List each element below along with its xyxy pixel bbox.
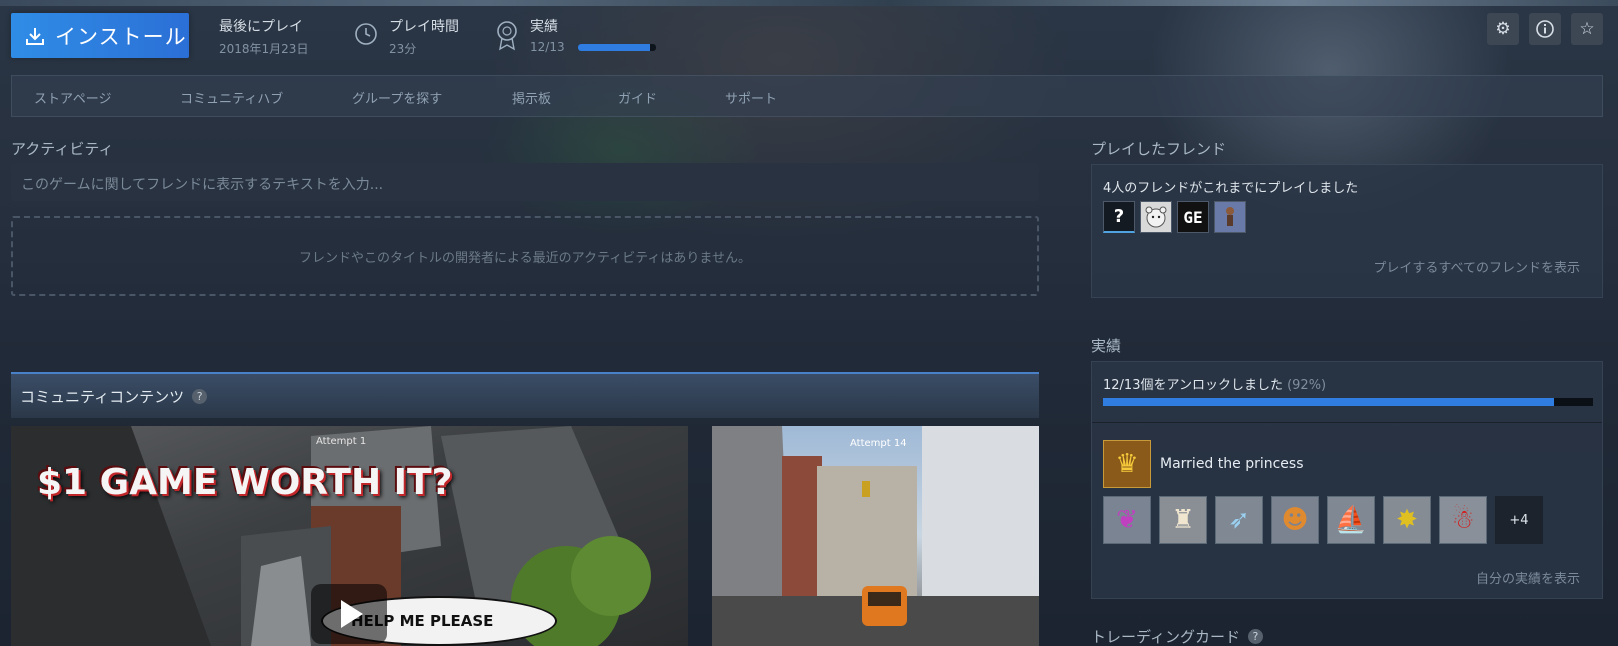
nav-store-page[interactable]: ストアページ (34, 88, 111, 107)
show-my-achievements-link[interactable]: 自分の実績を表示 (1476, 568, 1580, 587)
bear-avatar-icon (1145, 206, 1167, 228)
achievement-icon[interactable]: ❦ (1103, 496, 1151, 544)
video-headline: $1 GAME WORTH IT? (37, 462, 453, 503)
achievement-featured-icon[interactable]: ♛ (1103, 440, 1151, 488)
show-all-friends-link[interactable]: プレイするすべてのフレンドを表示 (1373, 257, 1580, 276)
star-icon: ☆ (1579, 19, 1595, 39)
divider (1092, 422, 1602, 423)
friend-avatar[interactable] (1140, 201, 1172, 233)
achievements-progress-bar (578, 44, 657, 51)
friend-avatar[interactable]: GE (1177, 201, 1209, 233)
community-content-header: コミュニティコンテンツ ? (11, 372, 1039, 418)
achievements-panel-progress-fill (1103, 398, 1554, 406)
settings-button[interactable]: ⚙ (1487, 13, 1519, 45)
sleigh-icon: ✸ (1396, 505, 1418, 535)
clock-icon (354, 22, 378, 50)
help-icon[interactable]: ? (192, 388, 208, 404)
shark-icon: ➶ (1228, 505, 1250, 535)
info-button[interactable] (1529, 13, 1561, 45)
community-title: コミュニティコンテンツ (20, 387, 185, 406)
achievement-icon[interactable]: ⛵ (1327, 496, 1375, 544)
activity-input[interactable]: このゲームに関してフレンドに表示するテキストを入力... (11, 163, 1039, 201)
activity-title: アクティビティ (11, 140, 114, 158)
community-video-thumbnail[interactable]: Attempt 1 $1 GAME WORTH IT? HELP ME PLEA… (11, 426, 688, 646)
achievements-progress-fill (578, 44, 651, 51)
achievement-icon[interactable]: ♜ (1159, 496, 1207, 544)
friends-title: プレイしたフレンド (1091, 140, 1227, 158)
friend-avatar-list: ? GE (1103, 201, 1246, 233)
friend-avatar[interactable]: ? (1103, 201, 1135, 233)
trading-cards-header: トレーディングカード ? (1091, 626, 1263, 646)
achievement-icon-list: ❦ ♜ ➶ ☻ ⛵ ✸ ☃ +4 (1103, 496, 1543, 544)
activity-empty-message: フレンドやこのタイトルの開発者による最近のアクティビティはありません。 (298, 250, 751, 266)
playtime-value: 23分 (389, 42, 417, 56)
nav-guides[interactable]: ガイド (618, 88, 657, 107)
trading-cards-title: トレーディングカード (1091, 628, 1240, 646)
playtime: プレイ時間 23分 (389, 16, 459, 57)
crown-icon: ♛ (1115, 449, 1139, 479)
favorite-button[interactable]: ☆ (1571, 13, 1603, 45)
nav-community-hub[interactable]: コミュニティハブ (180, 88, 283, 107)
activity-empty-state: フレンドやこのタイトルの開発者による最近のアクティビティはありません。 (11, 216, 1039, 296)
last-played: 最後にプレイ 2018年1月23日 (219, 16, 308, 57)
street-scene-art (712, 426, 1039, 646)
achievement-icon[interactable]: ☻ (1271, 496, 1319, 544)
sail-icon: ⛵ (1334, 505, 1368, 535)
santa-icon: ☃ (1451, 505, 1475, 535)
achievement-icon[interactable]: ➶ (1215, 496, 1263, 544)
last-played-value: 2018年1月23日 (219, 42, 309, 56)
achievement-featured-name: Married the princess (1160, 456, 1304, 472)
achievement-icon[interactable]: ☃ (1439, 496, 1487, 544)
last-played-label: 最後にプレイ (219, 19, 303, 35)
nav-discussions[interactable]: 掲示板 (512, 88, 551, 107)
video-caption: Attempt 1 (316, 436, 367, 447)
play-button[interactable] (311, 584, 387, 644)
award-ribbon-icon (494, 19, 520, 55)
play-icon (341, 600, 363, 628)
achievements-title: 実績 (1091, 337, 1122, 355)
gear-icon: ⚙ (1495, 19, 1511, 39)
help-icon[interactable]: ? (1247, 629, 1263, 644)
castle-icon: ♜ (1171, 505, 1195, 535)
friends-panel: 4人のフレンドがこれまでにプレイしました ? GE プレイするすべてのフレンドを… (1091, 164, 1603, 298)
info-icon (1536, 20, 1554, 38)
more-achievements-button[interactable]: +4 (1495, 496, 1543, 544)
install-label: インストール (55, 24, 187, 49)
nav-support[interactable]: サポート (725, 88, 777, 107)
dragon-icon: ❦ (1116, 505, 1138, 535)
download-icon (26, 27, 44, 45)
nav-find-groups[interactable]: グループを探す (352, 88, 442, 107)
playtime-label: プレイ時間 (389, 19, 459, 35)
game-nav: ストアページ コミュニティハブ グループを探す 掲示板 ガイド サポート (11, 75, 1603, 117)
achievements-summary: 実績 12/13 (530, 16, 657, 54)
achievements-unlocked: 12/13個をアンロックしました (92%) (1103, 374, 1326, 393)
achievements-count: 12/13 (530, 40, 565, 54)
friends-summary: 4人のフレンドがこれまでにプレイしました (1103, 181, 1359, 196)
community-screenshot-thumbnail[interactable]: Attempt 14 (712, 426, 1039, 646)
achievements-label: 実績 (530, 19, 558, 35)
achievements-unlocked-text: 12/13個をアンロックしました (1103, 378, 1283, 393)
achievements-percent: (92%) (1287, 378, 1327, 393)
achievement-icon[interactable]: ✸ (1383, 496, 1431, 544)
friend-avatar[interactable] (1214, 201, 1246, 233)
character-icon: ☻ (1281, 505, 1309, 535)
hero-strip (0, 0, 1618, 6)
install-button[interactable]: インストール (11, 13, 189, 58)
achievements-panel-progress-bar (1103, 398, 1593, 406)
achievements-panel: 12/13個をアンロックしました (92%) ♛ Married the pri… (1091, 361, 1603, 599)
screenshot-caption: Attempt 14 (850, 438, 907, 449)
figure-avatar-icon (1226, 207, 1234, 226)
